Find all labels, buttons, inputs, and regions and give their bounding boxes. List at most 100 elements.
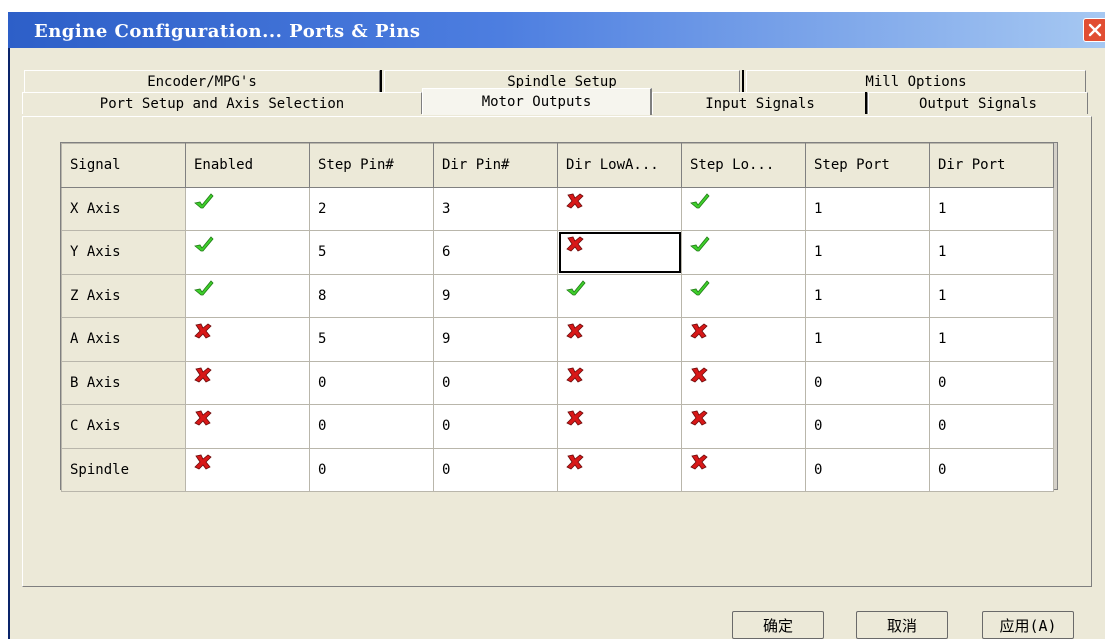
tab-motor-outputs[interactable]: Motor Outputs bbox=[422, 88, 652, 115]
motor-outputs-table: Signal Enabled Step Pin# Dir Pin# Dir Lo… bbox=[61, 143, 1054, 492]
cell-signal[interactable]: B Axis bbox=[61, 360, 186, 405]
motor-outputs-grid[interactable]: Signal Enabled Step Pin# Dir Pin# Dir Lo… bbox=[60, 142, 1058, 492]
cell-step-port[interactable]: 1 bbox=[805, 230, 930, 275]
cell-dir-pin[interactable]: 0 bbox=[433, 447, 558, 492]
cross-icon bbox=[690, 367, 708, 387]
tab-label: Encoder/MPG's bbox=[147, 73, 257, 90]
cell-step-pin[interactable]: 0 bbox=[309, 404, 434, 449]
cross-icon bbox=[566, 236, 584, 256]
column-header-step-low-active[interactable]: Step Lo... bbox=[681, 143, 806, 188]
cell-dir-low-active[interactable] bbox=[557, 186, 682, 231]
table-row[interactable]: Spindle 0 0 0 0 bbox=[61, 447, 1054, 492]
cell-dir-pin[interactable]: 3 bbox=[433, 186, 558, 231]
cell-enabled[interactable] bbox=[185, 230, 310, 275]
cell-step-port[interactable]: 0 bbox=[805, 447, 930, 492]
cell-dir-low-active[interactable] bbox=[557, 230, 682, 275]
cell-enabled[interactable] bbox=[185, 404, 310, 449]
cell-signal[interactable]: C Axis bbox=[61, 404, 186, 449]
cell-dir-low-active[interactable] bbox=[557, 404, 682, 449]
table-row[interactable]: A Axis 5 9 1 1 bbox=[61, 317, 1054, 362]
table-row[interactable]: B Axis 0 0 0 0 bbox=[61, 360, 1054, 405]
checkmark-icon bbox=[690, 236, 710, 256]
cell-step-pin[interactable]: 5 bbox=[309, 230, 434, 275]
cancel-button[interactable]: 取消 bbox=[856, 611, 948, 639]
tab-output-signals[interactable]: Output Signals bbox=[868, 92, 1088, 114]
cell-enabled[interactable] bbox=[185, 273, 310, 318]
cell-step-pin[interactable]: 5 bbox=[309, 317, 434, 362]
cell-dir-pin[interactable]: 0 bbox=[433, 404, 558, 449]
cell-step-port[interactable]: 1 bbox=[805, 273, 930, 318]
tab-label: Output Signals bbox=[918, 95, 1037, 112]
tab-mill-options[interactable]: Mill Options bbox=[746, 70, 1086, 92]
column-header-step-pin[interactable]: Step Pin# bbox=[309, 143, 434, 188]
cell-dir-low-active[interactable] bbox=[557, 273, 682, 318]
cell-dir-pin[interactable]: 9 bbox=[433, 273, 558, 318]
table-row[interactable]: X Axis 2 3 1 1 bbox=[61, 186, 1054, 231]
cell-step-low-active[interactable] bbox=[681, 186, 806, 231]
cell-step-pin[interactable]: 0 bbox=[309, 447, 434, 492]
cell-dir-low-active[interactable] bbox=[557, 360, 682, 405]
cross-icon bbox=[566, 193, 584, 213]
cell-dir-port[interactable]: 0 bbox=[929, 360, 1054, 405]
column-header-dir-port[interactable]: Dir Port bbox=[929, 143, 1054, 188]
cell-enabled[interactable] bbox=[185, 360, 310, 405]
cell-step-port[interactable]: 0 bbox=[805, 360, 930, 405]
tab-label: Input Signals bbox=[705, 95, 815, 112]
cell-signal[interactable]: Spindle bbox=[61, 447, 186, 492]
cell-step-low-active[interactable] bbox=[681, 447, 806, 492]
cross-icon bbox=[194, 323, 212, 343]
cell-step-low-active[interactable] bbox=[681, 273, 806, 318]
cell-enabled[interactable] bbox=[185, 186, 310, 231]
tab-input-signals[interactable]: Input Signals bbox=[652, 92, 868, 114]
table-row[interactable]: Z Axis 8 9 1 1 bbox=[61, 273, 1054, 318]
cell-dir-port[interactable]: 1 bbox=[929, 230, 1054, 275]
cell-dir-port[interactable]: 1 bbox=[929, 317, 1054, 362]
table-row[interactable]: Y Axis 5 6 1 1 bbox=[61, 230, 1054, 275]
cell-step-low-active[interactable] bbox=[681, 360, 806, 405]
cell-signal[interactable]: Y Axis bbox=[61, 230, 186, 275]
cell-dir-pin[interactable]: 0 bbox=[433, 360, 558, 405]
close-button[interactable] bbox=[1083, 18, 1105, 42]
column-header-dir-pin[interactable]: Dir Pin# bbox=[433, 143, 558, 188]
column-header-enabled[interactable]: Enabled bbox=[185, 143, 310, 188]
cell-enabled[interactable] bbox=[185, 447, 310, 492]
cell-step-pin[interactable]: 0 bbox=[309, 360, 434, 405]
cell-step-low-active[interactable] bbox=[681, 404, 806, 449]
cell-step-pin[interactable]: 2 bbox=[309, 186, 434, 231]
cell-signal[interactable]: Z Axis bbox=[61, 273, 186, 318]
tab-encoder-mpgs[interactable]: Encoder/MPG's bbox=[24, 70, 380, 92]
cell-dir-low-active[interactable] bbox=[557, 447, 682, 492]
cell-step-low-active[interactable] bbox=[681, 317, 806, 362]
cell-dir-port[interactable]: 0 bbox=[929, 447, 1054, 492]
tab-divider bbox=[865, 92, 867, 114]
cell-dir-pin[interactable]: 6 bbox=[433, 230, 558, 275]
cell-dir-low-active[interactable] bbox=[557, 317, 682, 362]
cell-signal[interactable]: A Axis bbox=[61, 317, 186, 362]
cell-dir-port[interactable]: 1 bbox=[929, 273, 1054, 318]
column-header-signal[interactable]: Signal bbox=[61, 143, 186, 188]
column-header-dir-low-active[interactable]: Dir LowA... bbox=[557, 143, 682, 188]
ok-button[interactable]: 确定 bbox=[732, 611, 824, 639]
cell-dir-pin[interactable]: 9 bbox=[433, 317, 558, 362]
title-bar[interactable]: Engine Configuration... Ports & Pins bbox=[8, 12, 1105, 48]
cross-icon bbox=[690, 410, 708, 430]
cell-step-port[interactable]: 1 bbox=[805, 186, 930, 231]
cell-signal[interactable]: X Axis bbox=[61, 186, 186, 231]
cross-icon bbox=[566, 367, 584, 387]
window-title: Engine Configuration... Ports & Pins bbox=[34, 21, 421, 42]
dialog-client: Encoder/MPG's Spindle Setup Mill Options… bbox=[8, 48, 1105, 639]
tab-divider bbox=[380, 70, 382, 92]
column-header-step-port[interactable]: Step Port bbox=[805, 143, 930, 188]
table-row[interactable]: C Axis 0 0 0 0 bbox=[61, 404, 1054, 449]
cell-enabled[interactable] bbox=[185, 317, 310, 362]
cell-dir-port[interactable]: 0 bbox=[929, 404, 1054, 449]
cell-step-port[interactable]: 0 bbox=[805, 404, 930, 449]
tab-label: Mill Options bbox=[865, 73, 967, 90]
cell-step-pin[interactable]: 8 bbox=[309, 273, 434, 318]
apply-button[interactable]: 应用(A) bbox=[982, 611, 1074, 639]
cell-dir-port[interactable]: 1 bbox=[929, 186, 1054, 231]
cell-step-low-active[interactable] bbox=[681, 230, 806, 275]
tab-port-setup[interactable]: Port Setup and Axis Selection bbox=[22, 92, 422, 114]
dialog-window: Engine Configuration... Ports & Pins Enc… bbox=[8, 12, 1105, 639]
cell-step-port[interactable]: 1 bbox=[805, 317, 930, 362]
